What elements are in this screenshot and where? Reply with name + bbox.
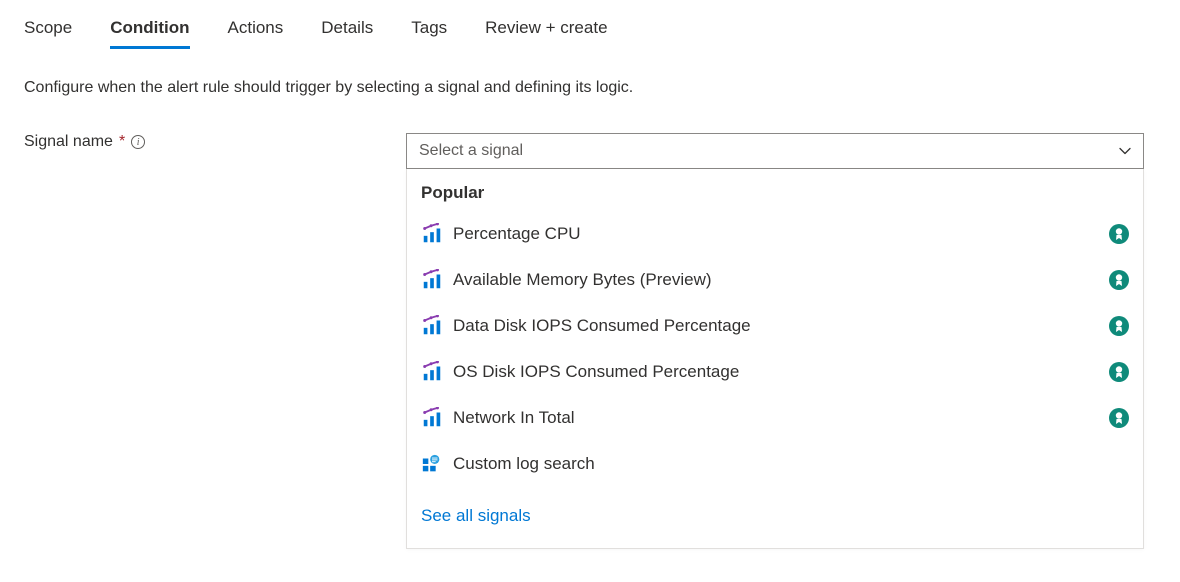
see-all-row: See all signals (407, 487, 1143, 548)
tab-details[interactable]: Details (321, 18, 373, 48)
signal-item-label: Available Memory Bytes (Preview) (453, 270, 1109, 290)
required-asterisk: * (119, 133, 125, 151)
signal-item-custom-log-search[interactable]: Custom log search (407, 441, 1143, 487)
metric-chart-icon (421, 407, 443, 429)
signal-item-label: Custom log search (453, 454, 1129, 474)
signal-name-label: Signal name * i (24, 133, 398, 151)
recommended-badge-icon (1109, 362, 1129, 382)
signal-name-row: Signal name * i Select a signal Popular … (24, 133, 1156, 549)
signal-item-label: Data Disk IOPS Consumed Percentage (453, 316, 1109, 336)
signal-item-label: Percentage CPU (453, 224, 1109, 244)
signal-item-available-memory[interactable]: Available Memory Bytes (Preview) (407, 257, 1143, 303)
signal-item-data-disk-iops[interactable]: Data Disk IOPS Consumed Percentage (407, 303, 1143, 349)
log-search-icon (421, 453, 443, 475)
recommended-badge-icon (1109, 270, 1129, 290)
signal-item-network-in-total[interactable]: Network In Total (407, 395, 1143, 441)
metric-chart-icon (421, 315, 443, 337)
page-description: Configure when the alert rule should tri… (24, 79, 1156, 97)
info-icon[interactable]: i (131, 135, 145, 149)
tabs-bar: Scope Condition Actions Details Tags Rev… (24, 0, 1156, 49)
signal-item-label: Network In Total (453, 408, 1109, 428)
see-all-signals-link[interactable]: See all signals (421, 506, 531, 525)
field-label-text: Signal name (24, 133, 113, 151)
chevron-down-icon (1119, 145, 1131, 157)
metric-chart-icon (421, 223, 443, 245)
dropdown-placeholder: Select a signal (419, 142, 523, 160)
signal-dropdown-wrap: Select a signal Popular Percentage CPU A… (406, 133, 1144, 549)
signal-item-os-disk-iops[interactable]: OS Disk IOPS Consumed Percentage (407, 349, 1143, 395)
tab-actions[interactable]: Actions (228, 18, 284, 48)
tab-condition[interactable]: Condition (110, 18, 189, 48)
tab-review-create[interactable]: Review + create (485, 18, 607, 48)
recommended-badge-icon (1109, 224, 1129, 244)
metric-chart-icon (421, 361, 443, 383)
tab-scope[interactable]: Scope (24, 18, 72, 48)
recommended-badge-icon (1109, 408, 1129, 428)
metric-chart-icon (421, 269, 443, 291)
signal-dropdown-panel: Popular Percentage CPU Available Memory … (406, 169, 1144, 549)
dropdown-section-title: Popular (407, 169, 1143, 211)
signal-item-label: OS Disk IOPS Consumed Percentage (453, 362, 1109, 382)
recommended-badge-icon (1109, 316, 1129, 336)
signal-dropdown[interactable]: Select a signal (406, 133, 1144, 169)
tab-tags[interactable]: Tags (411, 18, 447, 48)
signal-item-percentage-cpu[interactable]: Percentage CPU (407, 211, 1143, 257)
